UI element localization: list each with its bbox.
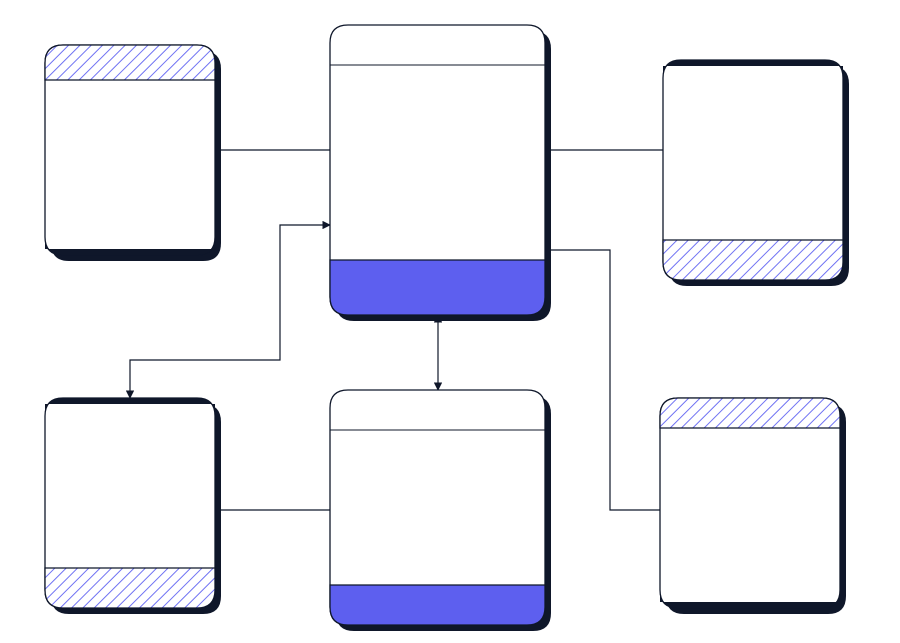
node-nodeC[interactable] [663, 60, 849, 286]
node-footer-solid [330, 585, 545, 625]
node-footer-hatch [45, 568, 215, 608]
node-nodeF[interactable] [660, 398, 846, 614]
edge-eBF [545, 250, 660, 510]
node-nodeD[interactable] [45, 398, 221, 614]
diagram-canvas [0, 0, 900, 643]
node-body [660, 398, 840, 608]
node-footer-solid [330, 260, 545, 315]
node-header-hatch [45, 45, 215, 80]
node-nodeA[interactable] [45, 45, 221, 261]
node-nodeE[interactable] [330, 390, 551, 631]
node-footer-hatch [663, 240, 843, 280]
node-header-hatch [660, 398, 840, 428]
node-nodeB[interactable] [330, 25, 551, 321]
